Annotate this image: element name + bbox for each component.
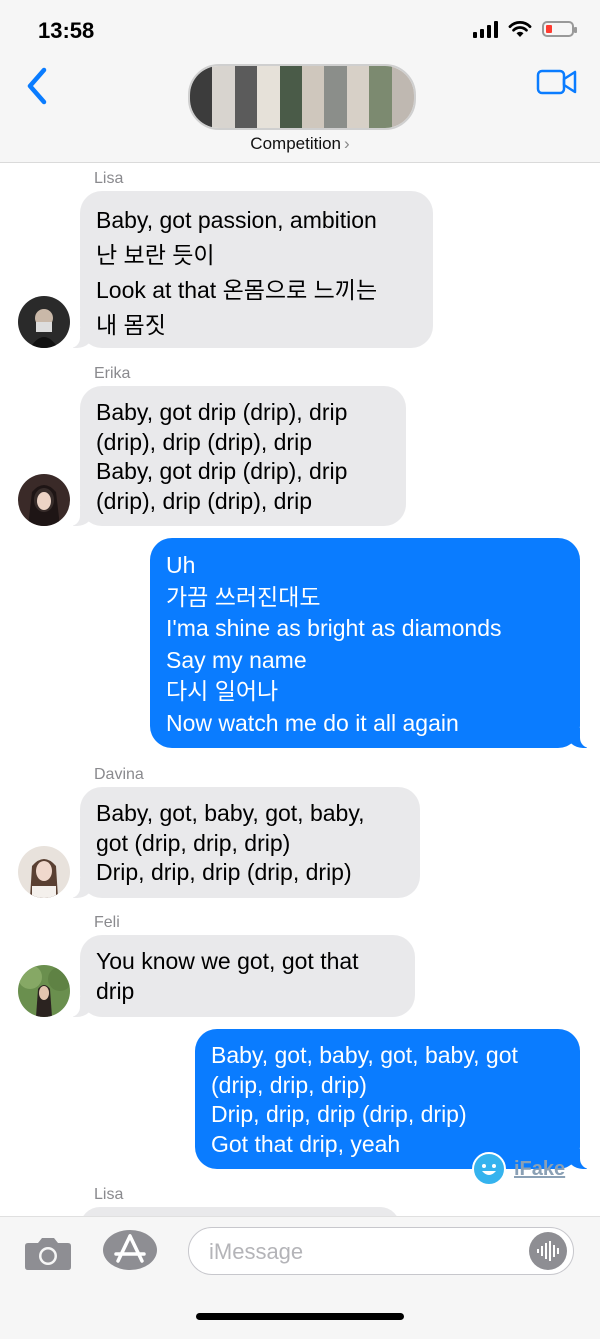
message-input[interactable]: iMessage <box>188 1227 574 1275</box>
message-bubble-incoming[interactable]: Baby, got passion, ambition 난 보란 듯이 Look… <box>70 191 433 348</box>
status-time: 13:58 <box>38 18 95 43</box>
message-bubble-incoming[interactable]: Baby, got, baby, got, baby, got (drip, d… <box>70 787 420 898</box>
ifake-watermark: iFake <box>472 1152 565 1186</box>
battery-icon <box>542 21 577 37</box>
group-avatar[interactable] <box>188 64 416 130</box>
smiley-icon <box>472 1152 506 1186</box>
avatar[interactable] <box>18 846 70 898</box>
sender-name: Erika <box>94 365 131 382</box>
navigation-header: 13:58 Competition › <box>0 0 600 163</box>
sender-name: Lisa <box>94 170 124 187</box>
signal-icon <box>473 20 498 38</box>
avatar[interactable] <box>18 474 70 526</box>
message-bubble-incoming[interactable]: You know we got, got that drip <box>70 935 415 1017</box>
video-call-icon[interactable] <box>536 66 578 98</box>
sender-name: Feli <box>94 914 120 931</box>
group-name[interactable]: Competition › <box>0 134 600 154</box>
avatar[interactable] <box>18 296 70 348</box>
message-placeholder: iMessage <box>209 1239 304 1264</box>
sender-name: Lisa <box>94 1186 124 1203</box>
audio-waveform-icon[interactable] <box>529 1232 567 1270</box>
message-bubble-outgoing[interactable]: Baby, got, baby, got, baby, got (drip, d… <box>195 1029 590 1169</box>
wifi-icon <box>508 21 532 37</box>
app-store-icon[interactable] <box>102 1229 158 1271</box>
status-icons <box>473 20 577 38</box>
message-bubble-outgoing[interactable]: Uh 가끔 쓰러진대도 I'ma shine as bright as diam… <box>150 538 590 748</box>
home-indicator[interactable] <box>196 1313 404 1320</box>
avatar[interactable] <box>18 965 70 1017</box>
watermark-text: iFake <box>514 1157 566 1180</box>
chevron-right-icon: › <box>344 134 350 153</box>
message-bubble-incoming[interactable]: Baby, got drip (drip), drip (drip), drip… <box>70 386 406 526</box>
sender-name: Davina <box>94 766 144 783</box>
composer-bar: iMessage <box>0 1216 600 1339</box>
camera-icon[interactable] <box>24 1235 72 1271</box>
back-chevron-icon[interactable] <box>20 66 60 106</box>
